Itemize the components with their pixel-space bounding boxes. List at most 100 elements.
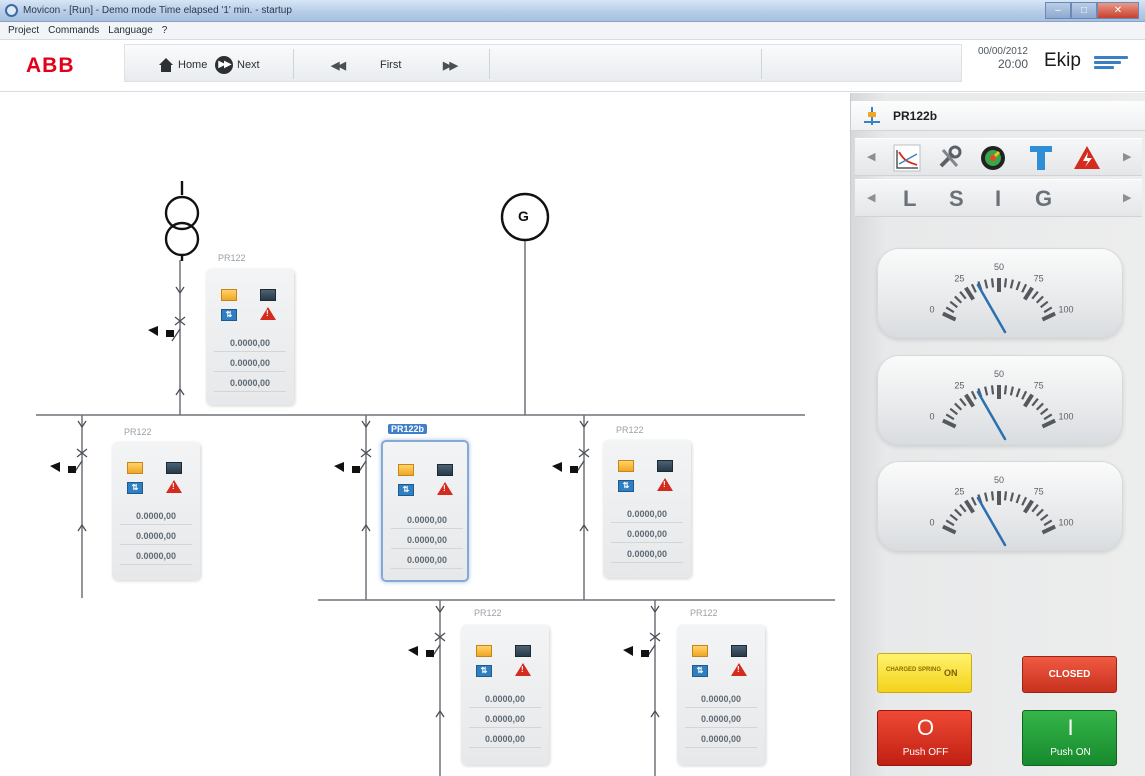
- scroll-right-icon[interactable]: ▶: [1123, 191, 1131, 204]
- next-page-button[interactable]: ▶▶: [443, 56, 458, 74]
- gauge-minor-tick: [984, 492, 989, 502]
- gauge-major-tick: [964, 286, 975, 301]
- relay-panel[interactable]: ⇅ ! 0.0000,00 0.0000,00 0.0000,00: [461, 625, 549, 765]
- relay-value: 0.0000,00: [391, 512, 463, 529]
- menu-language[interactable]: Language: [108, 25, 153, 36]
- relay-panel[interactable]: ⇅ ! 0.0000,00 0.0000,00 0.0000,00: [603, 440, 691, 578]
- charged-spring-label: CHARGED SPRING: [886, 667, 942, 673]
- gauge-minor-tick: [1039, 300, 1049, 309]
- relay-panel[interactable]: ⇅ ! 0.0000,00 0.0000,00 0.0000,00: [206, 269, 294, 405]
- single-line-diagram: G PR122 ⇅ ! 0.0000,00 0.0000,00 0.0000,0…: [0, 93, 850, 776]
- gauge-tick-label: 25: [954, 487, 964, 497]
- status-light-icon: [221, 289, 237, 301]
- navigation-strip: Home ▶▶ Next ◀◀ First ▶▶: [124, 44, 962, 82]
- gauge-minor-tick: [990, 491, 995, 501]
- minimize-button[interactable]: –: [1045, 2, 1071, 19]
- gauge-minor-tick: [1021, 283, 1028, 293]
- gauge-minor-tick: [1015, 494, 1021, 504]
- gauge-minor-tick: [1009, 386, 1014, 396]
- gauge-major-tick: [964, 499, 975, 514]
- gauge-tick-label: 25: [954, 381, 964, 391]
- display-icon: [437, 464, 453, 476]
- gauge-dial: 0 25 50 75 100: [930, 475, 1073, 547]
- gauge: 0 25 50 75 100: [877, 248, 1123, 338]
- previous-page-button[interactable]: ◀◀: [331, 56, 346, 74]
- relay-label: PR122: [616, 425, 644, 435]
- display-icon: [260, 289, 276, 301]
- title-bar: Movicon - [Run] - Demo mode Time elapsed…: [0, 0, 1145, 22]
- separator: [489, 49, 490, 79]
- gauge-major-tick: [1023, 499, 1034, 514]
- relay-panel[interactable]: ⇅ ! 0.0000,00 0.0000,00 0.0000,00: [677, 625, 765, 765]
- tab-g[interactable]: G: [1035, 186, 1052, 212]
- gauge-minor-tick: [959, 291, 967, 300]
- gauge-minor-tick: [954, 508, 963, 517]
- transformer-symbol: [164, 181, 200, 261]
- display-icon: [731, 645, 747, 657]
- scroll-right-icon[interactable]: ▶: [1123, 150, 1131, 163]
- app-window: Movicon - [Run] - Demo mode Time elapsed…: [0, 0, 1145, 776]
- t-icon[interactable]: [1027, 144, 1055, 172]
- abb-logo: ABB: [26, 54, 75, 77]
- relay-value: 0.0000,00: [120, 508, 192, 525]
- wrench-icon[interactable]: [935, 144, 963, 172]
- relay-value: 0.0000,00: [685, 711, 757, 728]
- gauge-major-tick: [942, 418, 957, 429]
- relay-panel[interactable]: ⇅ ! 0.0000,00 0.0000,00 0.0000,00: [112, 442, 200, 580]
- separator: [293, 49, 294, 79]
- info-icon: ⇅: [692, 665, 708, 677]
- gauge-major-tick: [964, 393, 975, 408]
- info-icon: ⇅: [476, 665, 492, 677]
- warning-icon: !: [437, 482, 453, 495]
- gauge-minor-tick: [1015, 388, 1021, 398]
- status-light-icon: [692, 645, 708, 657]
- meter-icon[interactable]: [979, 144, 1007, 172]
- window-controls: – □ ✕: [1045, 2, 1139, 19]
- alarm-icon[interactable]: [1073, 144, 1101, 172]
- toolbar: ABB Home ▶▶ Next ◀◀ First ▶▶ 00/00/2012 …: [0, 40, 1145, 92]
- info-icon: ⇅: [221, 309, 237, 321]
- gauge-minor-tick: [1035, 508, 1044, 517]
- maximize-button[interactable]: □: [1071, 2, 1097, 19]
- relay-value: 0.0000,00: [391, 532, 463, 549]
- relay-value: 0.0000,00: [469, 691, 541, 708]
- relay-label: PR122: [218, 253, 246, 263]
- gauge-minor-tick: [1003, 385, 1008, 395]
- menu-commands[interactable]: Commands: [48, 25, 99, 36]
- relay-value: 0.0000,00: [214, 355, 286, 372]
- breaker-icon: [864, 107, 880, 125]
- closed-status-button[interactable]: CLOSED: [1022, 656, 1117, 693]
- relay-value: 0.0000,00: [469, 731, 541, 748]
- protection-tabs: ◀ L S I G ▶: [855, 179, 1142, 217]
- gauge-minor-tick: [949, 513, 959, 522]
- next-button[interactable]: ▶▶ Next: [215, 56, 260, 74]
- gauge-tick-label: 50: [994, 369, 1004, 379]
- curve-icon[interactable]: [893, 144, 921, 172]
- ekip-brand-text: Ekip: [1044, 50, 1081, 71]
- gauge-major-tick: [942, 524, 957, 535]
- relay-value: 0.0000,00: [391, 552, 463, 569]
- relay-panel-selected[interactable]: ⇅ ! 0.0000,00 0.0000,00 0.0000,00: [381, 440, 469, 582]
- warning-icon: !: [166, 480, 182, 493]
- tab-i[interactable]: I: [995, 186, 1001, 212]
- home-button[interactable]: Home: [158, 56, 207, 74]
- tab-l[interactable]: L: [903, 186, 916, 212]
- fast-forward-icon: ▶▶: [443, 59, 458, 72]
- warning-icon: !: [657, 478, 673, 491]
- panel-header: PR122b: [851, 101, 1145, 131]
- gauge-minor-tick: [1009, 279, 1014, 289]
- push-off-button[interactable]: O Push OFF: [877, 710, 972, 766]
- gauge-minor-tick: [1039, 513, 1049, 522]
- menu-project[interactable]: Project: [8, 25, 39, 36]
- panel-title: PR122b: [893, 109, 938, 123]
- push-on-button[interactable]: I Push ON: [1022, 710, 1117, 766]
- scroll-left-icon[interactable]: ◀: [867, 150, 875, 163]
- tab-s[interactable]: S: [949, 186, 964, 212]
- next-label: Next: [237, 59, 260, 71]
- gauge-tick-label: 0: [930, 304, 935, 314]
- first-button[interactable]: First: [380, 56, 401, 74]
- ekip-logo: Ekip: [1044, 46, 1134, 80]
- close-button[interactable]: ✕: [1097, 2, 1139, 19]
- menu-help[interactable]: ?: [162, 25, 168, 36]
- scroll-left-icon[interactable]: ◀: [867, 191, 875, 204]
